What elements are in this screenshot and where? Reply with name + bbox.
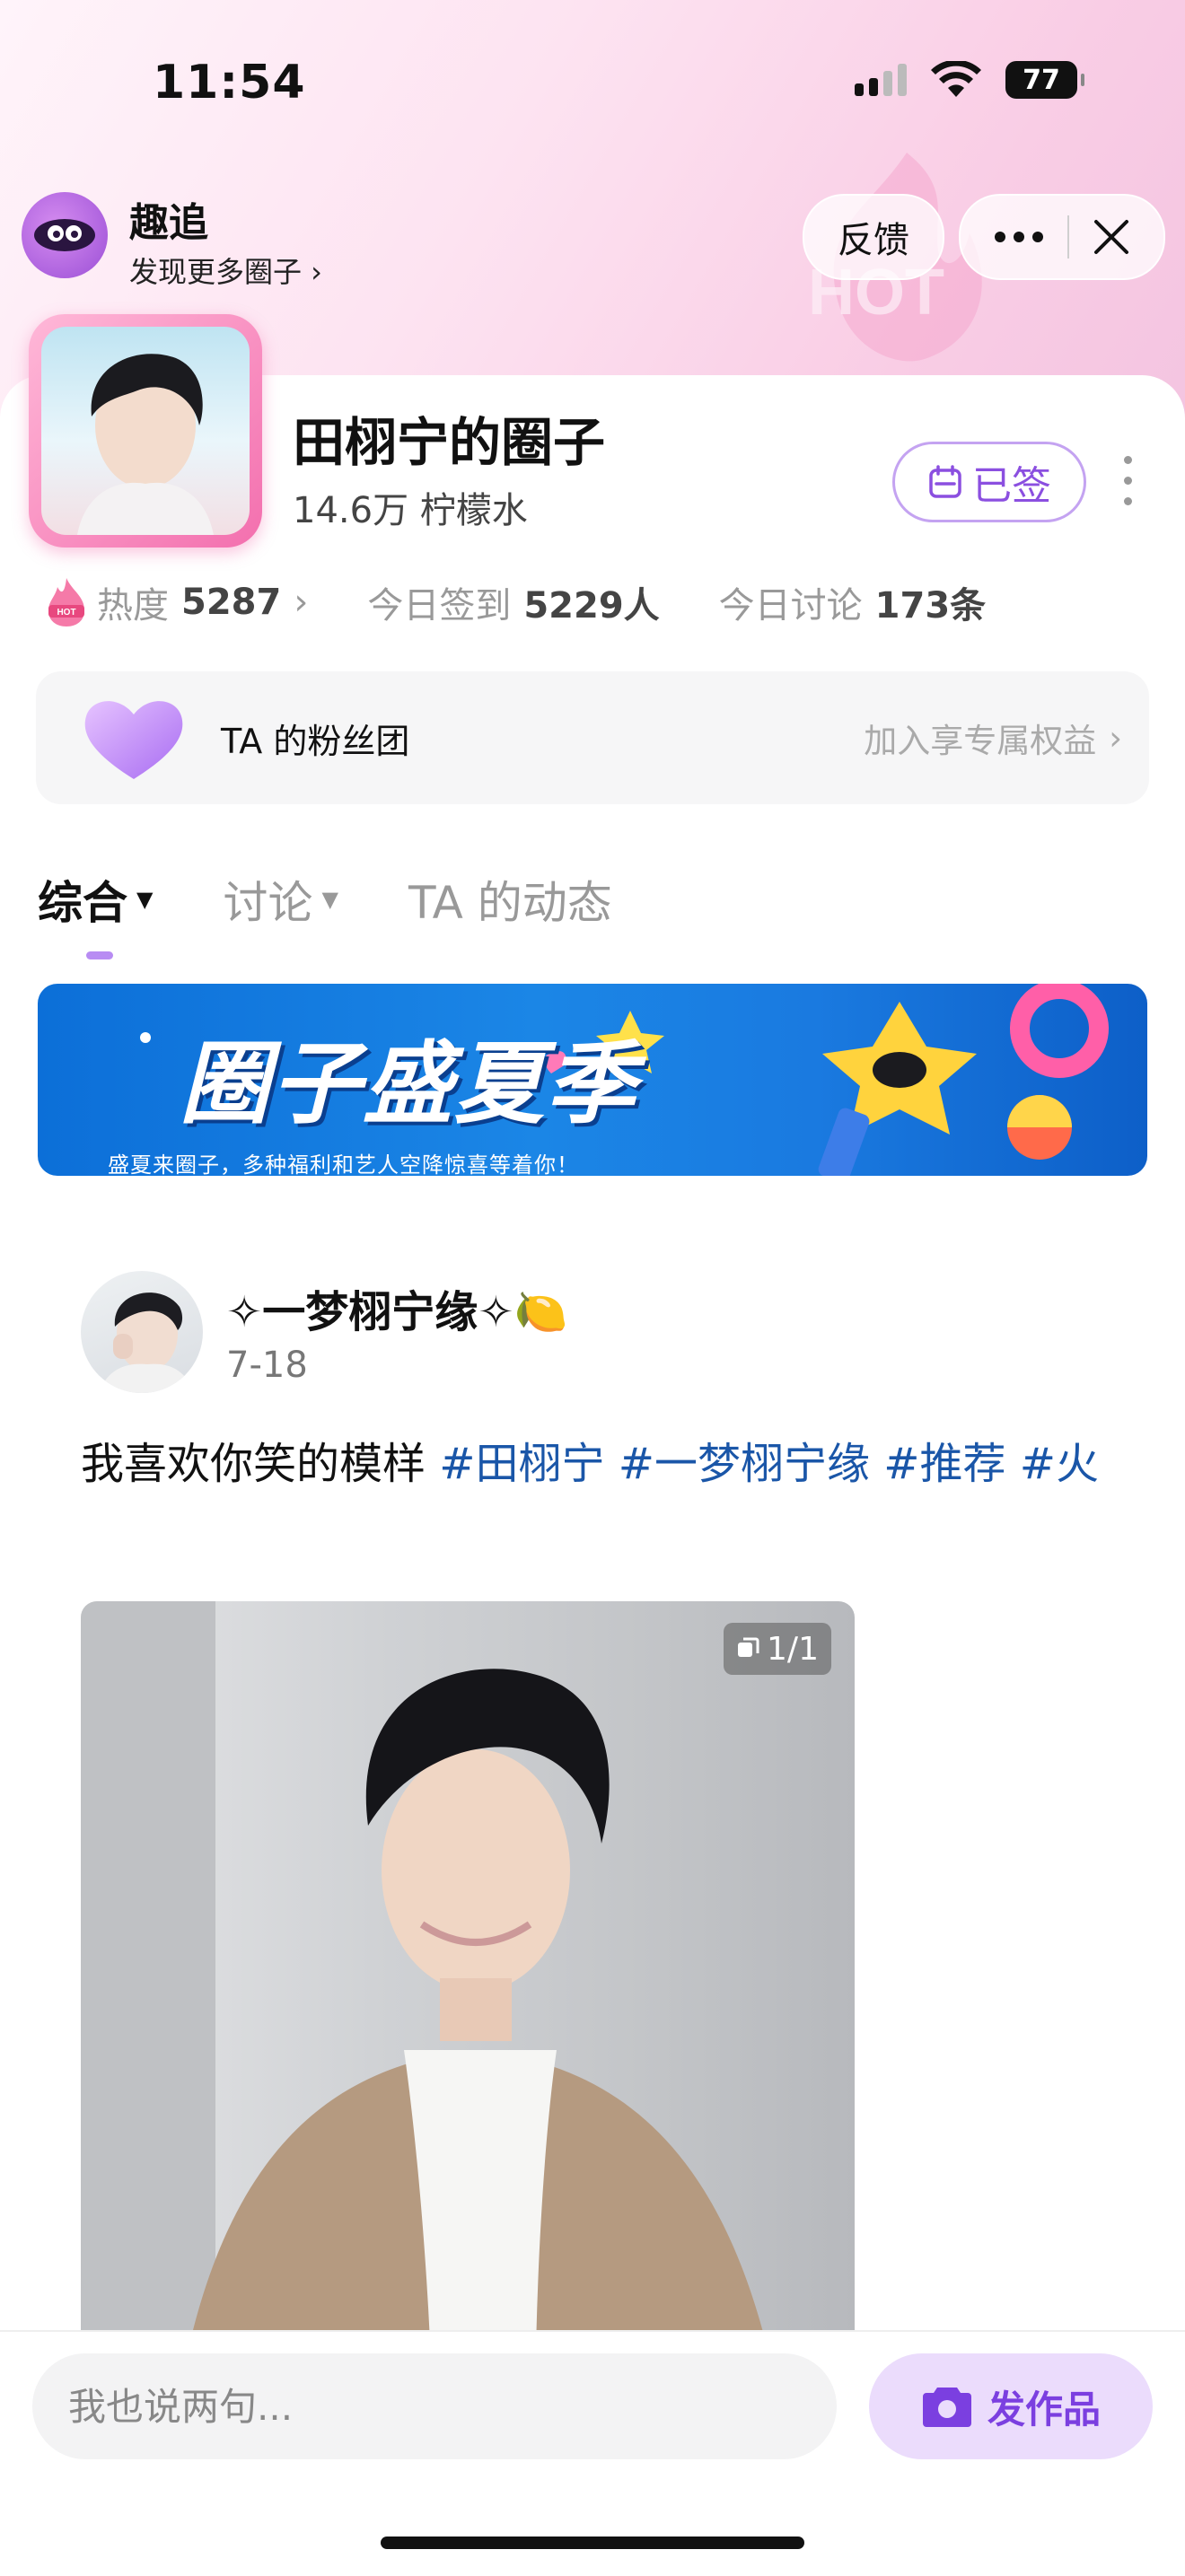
checkin-value: 5229人 xyxy=(523,585,660,626)
circle-title: 田栩宁的圈子 xyxy=(293,412,606,473)
status-time: 11:54 xyxy=(153,56,306,110)
summer-banner[interactable]: 圈子盛夏季 盛夏来圈子，多种福利和艺人空降惊喜等着你！ xyxy=(38,984,1147,1176)
discuss-stat: 今日讨论 173条 xyxy=(719,576,987,628)
hashtag[interactable]: #田栩宁 xyxy=(439,1439,604,1489)
circle-avatar[interactable] xyxy=(29,314,262,548)
publish-label: 发作品 xyxy=(987,2387,1101,2431)
capsule-divider xyxy=(1067,215,1069,258)
post-body: 我喜欢你笑的模样 xyxy=(81,1439,426,1489)
status-icons: 77 xyxy=(855,61,1084,99)
more-icon[interactable] xyxy=(994,231,1044,243)
chevron-right-icon: › xyxy=(1109,718,1122,758)
active-tab-indicator xyxy=(86,951,113,959)
post-text: 我喜欢你笑的模样 #田栩宁 #一梦栩宁缘 #推荐 #火 xyxy=(81,1427,1104,1501)
signal-icon xyxy=(855,64,907,96)
home-indicator xyxy=(381,2537,804,2549)
banner-title: 圈子盛夏季 xyxy=(180,1031,637,1136)
author-avatar[interactable] xyxy=(81,1271,203,1393)
discuss-value: 173条 xyxy=(874,585,987,626)
app-logo-icon xyxy=(34,219,95,251)
mini-program-capsule xyxy=(959,194,1165,280)
tab-activity[interactable]: TA 的动态 xyxy=(408,867,612,932)
tab-label: 讨论 xyxy=(223,877,313,929)
hashtag[interactable]: #火 xyxy=(1020,1439,1099,1489)
tab-label: 综合 xyxy=(38,877,127,929)
discover-more-link[interactable]: 发现更多圈子 › xyxy=(129,250,322,291)
fan-club-label: TA 的粉丝团 xyxy=(221,721,410,761)
member-count: 14.6万 柠檬水 xyxy=(293,490,528,531)
circle-more-icon[interactable] xyxy=(1124,456,1132,505)
hot-flame-icon: HOT xyxy=(48,578,84,626)
hashtag[interactable]: #一梦栩宁缘 xyxy=(619,1439,870,1489)
image-count-badge: 1/1 xyxy=(724,1623,831,1675)
close-icon[interactable] xyxy=(1093,218,1130,256)
fan-club-action-label: 加入享专属权益 xyxy=(864,722,1097,760)
fan-club-action[interactable]: 加入享专属权益 › xyxy=(864,714,1122,762)
signed-in-button[interactable]: 已签 xyxy=(892,442,1086,522)
tab-discussion[interactable]: 讨论 ▼ xyxy=(223,867,338,932)
image-count: 1/1 xyxy=(767,1630,819,1668)
signed-label: 已签 xyxy=(972,463,1051,509)
checkin-stat: 今日签到 5229人 xyxy=(367,576,659,628)
chevron-right-icon: › xyxy=(294,582,309,623)
heat-label: 热度 xyxy=(97,585,169,626)
battery-icon: 77 xyxy=(1005,61,1084,99)
post-date: 7-18 xyxy=(226,1345,308,1386)
caret-down-icon: ▼ xyxy=(136,887,154,912)
feedback-button[interactable]: 反馈 xyxy=(803,194,944,280)
images-icon xyxy=(738,1637,759,1657)
calendar-icon xyxy=(929,465,961,498)
banner-subtitle: 盛夏来圈子，多种福利和艺人空降惊喜等着你！ xyxy=(108,1152,579,1176)
app-name: 趣追 xyxy=(129,200,208,246)
discuss-label: 今日讨论 xyxy=(718,585,863,626)
heat-stat[interactable]: HOT 热度 5287 › xyxy=(45,576,308,628)
content-tabs: 综合 ▼ 讨论 ▼ TA 的动态 xyxy=(38,867,612,932)
fan-club-row[interactable]: TA 的粉丝团 加入享专属权益 › xyxy=(36,671,1149,804)
hashtag[interactable]: #推荐 xyxy=(883,1439,1005,1489)
wifi-icon xyxy=(931,61,981,97)
checkin-label: 今日签到 xyxy=(367,585,512,626)
svg-text:HOT: HOT xyxy=(57,608,75,618)
post-author[interactable]: ✧一梦栩宁缘✧🍋 xyxy=(226,1276,567,1339)
tab-comprehensive[interactable]: 综合 ▼ xyxy=(38,867,153,932)
caret-down-icon: ▼ xyxy=(321,887,338,912)
heart-icon xyxy=(84,701,183,779)
camera-icon xyxy=(922,2388,971,2427)
comment-input[interactable] xyxy=(32,2353,837,2459)
publish-button[interactable]: 发作品 xyxy=(869,2353,1153,2459)
circle-stats: HOT 热度 5287 › 今日签到 5229人 今日讨论 173条 xyxy=(45,576,986,628)
avatar-photo xyxy=(41,327,250,535)
tab-label: TA 的动态 xyxy=(408,877,612,929)
app-logo[interactable] xyxy=(22,192,108,278)
heat-value: 5287 xyxy=(181,582,282,623)
